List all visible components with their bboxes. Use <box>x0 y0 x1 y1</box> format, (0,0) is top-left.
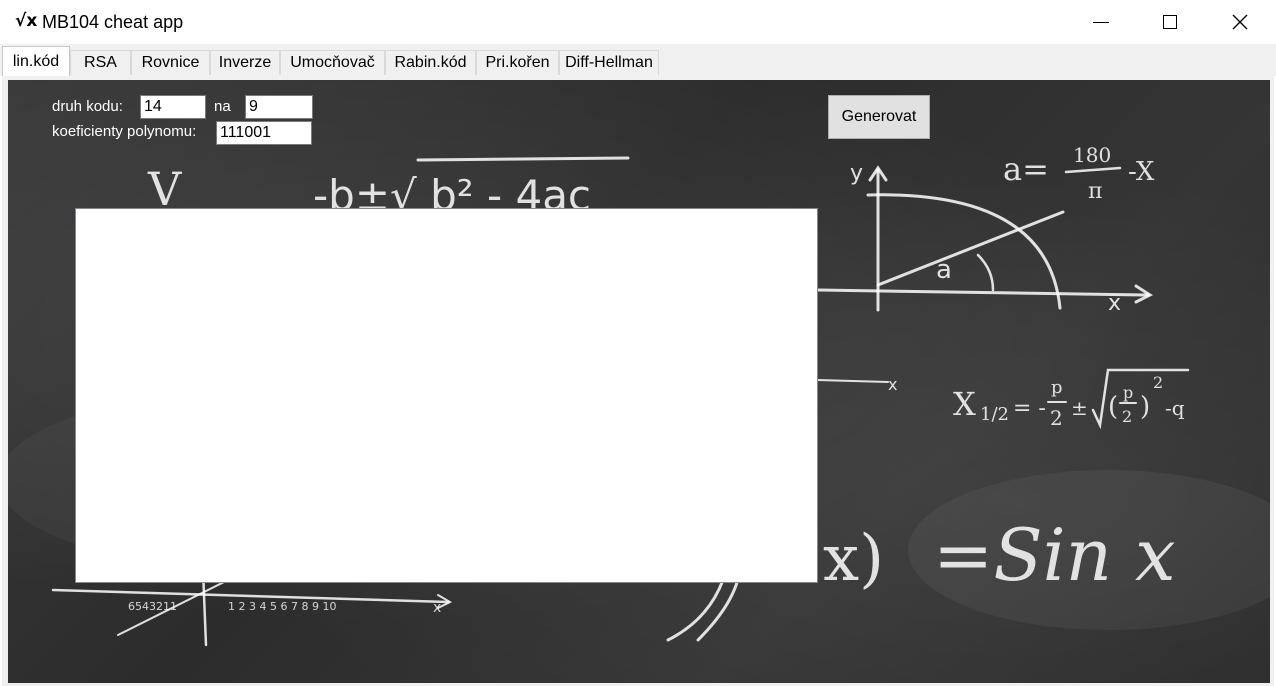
maximize-icon <box>1163 15 1177 29</box>
minimize-icon <box>1093 21 1109 23</box>
output-textbox[interactable] <box>75 208 818 583</box>
svg-text:2: 2 <box>1122 407 1132 426</box>
svg-text:±: ± <box>1071 396 1088 420</box>
svg-text:x: x <box>1108 291 1121 316</box>
svg-text:6543211: 6543211 <box>128 600 177 613</box>
close-button[interactable] <box>1205 0 1275 44</box>
tab-lin-kod[interactable]: lin.kód <box>2 46 70 76</box>
svg-text:x: x <box>433 600 441 616</box>
svg-text:(: ( <box>1108 392 1118 422</box>
svg-text:π: π <box>1088 179 1102 204</box>
minimize-button[interactable] <box>1066 0 1136 44</box>
polynomial-coefficients-label: koeficienty polynomu: <box>52 123 197 140</box>
tab-strip: lin.kód RSA Rovnice Inverze Umocňovač Ra… <box>0 44 1276 76</box>
app-icon: √x <box>15 11 38 31</box>
tab-page-lin-kod: V -b±√ b² - 4ac y x a a= 180 π -X x X 1/… <box>2 76 1274 686</box>
svg-text:X: X <box>953 385 976 423</box>
svg-text:x): x) <box>823 522 884 596</box>
svg-text:-q: -q <box>1165 396 1185 420</box>
tab-pri-koren[interactable]: Pri.kořen <box>476 50 559 75</box>
svg-text:2: 2 <box>1050 406 1063 430</box>
svg-text:1 2 3 4 5 6 7 8 9 10: 1 2 3 4 5 6 7 8 9 10 <box>228 600 336 613</box>
svg-text:a=: a= <box>1003 150 1049 188</box>
svg-text:p: p <box>1051 377 1063 398</box>
svg-text:180: 180 <box>1073 143 1111 167</box>
svg-text:p: p <box>1123 383 1133 402</box>
tab-umocnovac[interactable]: Umocňovač <box>280 50 385 75</box>
svg-text:-X: -X <box>1128 157 1155 187</box>
na-input[interactable]: 9 <box>245 95 313 119</box>
title-bar: √x MB104 cheat app <box>0 0 1276 44</box>
svg-text:y: y <box>850 161 863 186</box>
tab-rovnice[interactable]: Rovnice <box>131 50 210 75</box>
generate-button[interactable]: Generovat <box>828 95 930 139</box>
close-icon <box>1232 14 1248 30</box>
tab-diff-hellman[interactable]: Diff-Hellman <box>559 50 659 75</box>
code-type-input[interactable]: 14 <box>140 95 206 119</box>
svg-text:x: x <box>888 375 897 394</box>
window-title: MB104 cheat app <box>42 12 184 32</box>
tab-rabin-kod[interactable]: Rabin.kód <box>385 50 476 75</box>
maximize-button[interactable] <box>1135 0 1205 44</box>
polynomial-coefficients-input[interactable]: 111001 <box>216 121 312 145</box>
svg-text:): ) <box>1140 392 1150 422</box>
svg-text:= -: = - <box>1013 396 1046 421</box>
svg-text:1/2: 1/2 <box>980 404 1009 425</box>
na-label: na <box>214 98 231 115</box>
tab-inverze[interactable]: Inverze <box>210 50 280 75</box>
svg-text:a: a <box>936 255 952 285</box>
code-type-label: druh kodu: <box>52 98 123 115</box>
svg-text:2: 2 <box>1153 373 1163 392</box>
tab-rsa[interactable]: RSA <box>70 50 131 75</box>
